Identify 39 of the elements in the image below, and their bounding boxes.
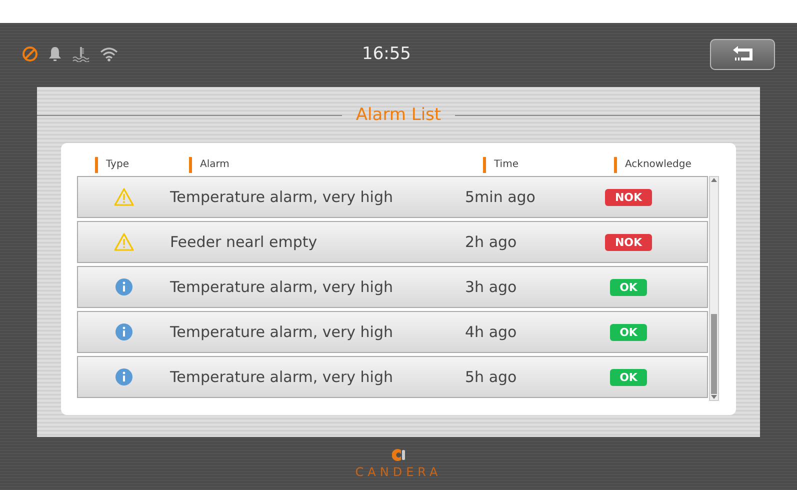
alarm-time: 5min ago [465, 188, 536, 206]
alarm-row[interactable]: Temperature alarm, very high 5h ago OK [77, 356, 708, 398]
prohibited-icon [22, 46, 38, 62]
info-icon [115, 278, 133, 296]
return-arrow-icon [732, 46, 754, 62]
alarm-row[interactable]: Feeder nearl empty 2h ago NOK [77, 221, 708, 263]
info-icon [115, 368, 133, 386]
scroll-down-icon[interactable] [710, 394, 718, 400]
back-button[interactable] [710, 38, 775, 70]
scrollbar[interactable] [709, 176, 719, 401]
alarm-time: 3h ago [465, 278, 518, 296]
alarm-time: 2h ago [465, 233, 518, 251]
temperature-icon [72, 46, 90, 62]
alarm-time: 5h ago [465, 368, 518, 386]
clock-time: 16:55 [362, 44, 412, 64]
alarm-text: Temperature alarm, very high [170, 278, 394, 296]
alarm-row[interactable]: Temperature alarm, very high 4h ago OK [77, 311, 708, 353]
alarm-text: Temperature alarm, very high [170, 368, 394, 386]
column-header: Time [483, 156, 614, 172]
alarm-text: Temperature alarm, very high [170, 188, 394, 206]
warning-icon [114, 188, 134, 206]
alarm-time: 4h ago [465, 323, 518, 341]
alarm-text: Temperature alarm, very high [170, 323, 394, 341]
alarm-text: Feeder nearl empty [170, 233, 318, 251]
brand-name: CANDERA [355, 465, 442, 479]
alarm-row[interactable]: Temperature alarm, very high 5min ago NOK [77, 176, 708, 218]
acknowledge-status[interactable]: NOK [604, 234, 652, 250]
bell-icon [48, 46, 62, 62]
panel-title: Alarm List [356, 105, 442, 125]
column-header: Type [95, 156, 189, 172]
wifi-icon [100, 46, 118, 62]
warning-icon [114, 233, 134, 251]
column-header: Alarm [189, 156, 483, 172]
info-icon [115, 323, 133, 341]
logo-icon [392, 448, 406, 462]
scroll-up-icon[interactable] [710, 177, 718, 183]
acknowledge-status[interactable]: NOK [604, 188, 652, 206]
alarm-row[interactable]: Temperature alarm, very high 3h ago OK [77, 266, 708, 308]
column-header: Acknowledge [614, 156, 721, 172]
